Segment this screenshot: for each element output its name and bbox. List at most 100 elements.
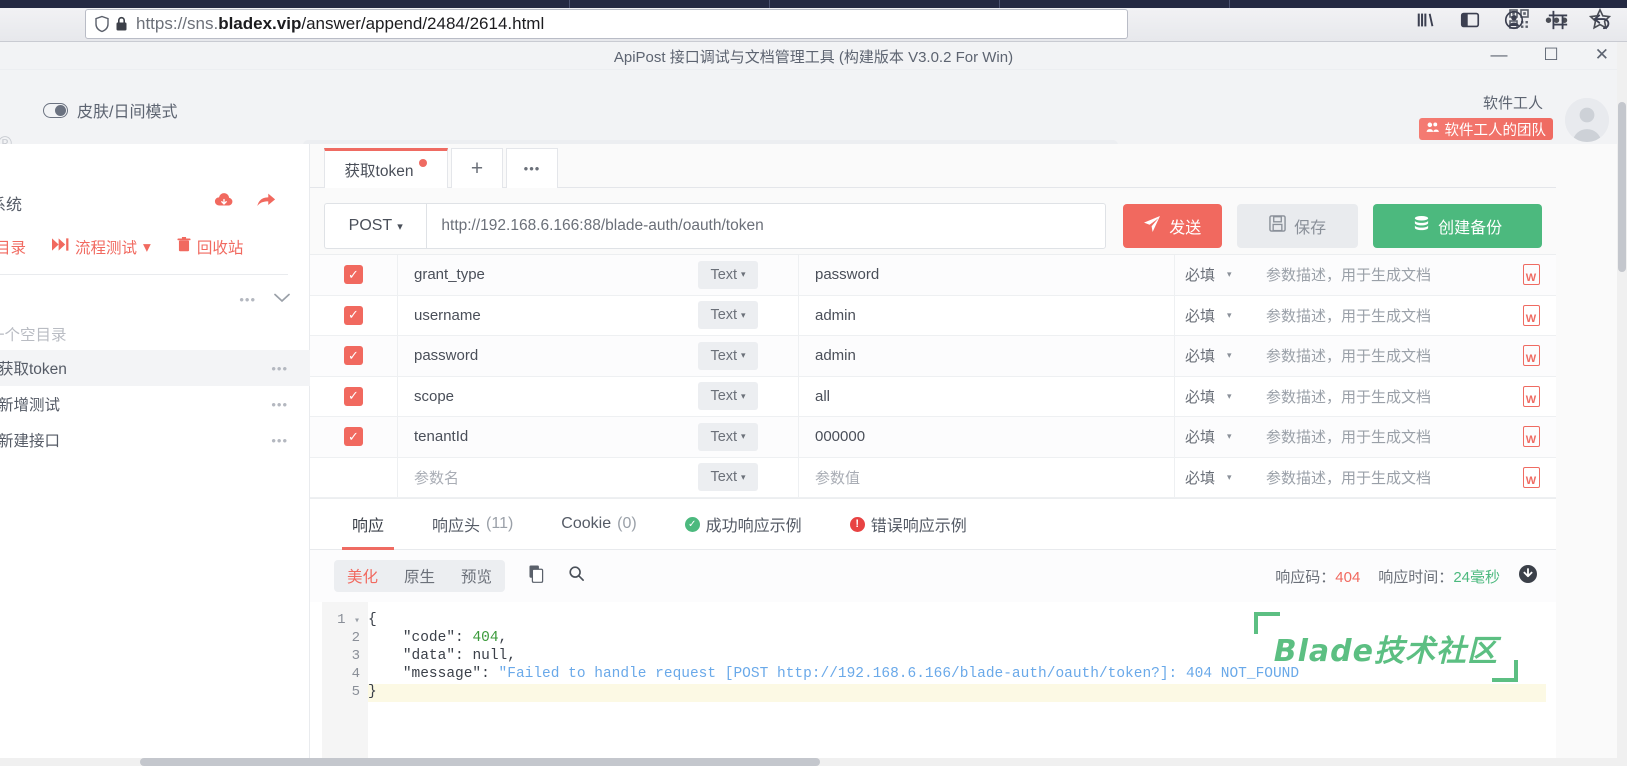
word-doc-icon[interactable]: W — [1522, 385, 1540, 407]
response-body-viewer[interactable]: 1 ▾ 2 3 4 5 { "code": 404, "data": null,… — [310, 602, 1556, 766]
tab-more-menu[interactable]: ••• — [506, 148, 558, 188]
view-mode-preview[interactable]: 预览 — [448, 565, 505, 587]
table-row[interactable]: ✓ scope Text ▾ all 必填 ▾ 参数描述，用于生成文档 W — [310, 376, 1556, 417]
table-row[interactable]: ✓ grant_type Text ▾ password 必填 ▾ 参数描述，用于生… — [310, 255, 1556, 296]
download-circle-icon[interactable] — [1518, 564, 1538, 588]
word-doc-icon[interactable]: W — [1522, 426, 1540, 448]
table-row[interactable]: ✓ password Text ▾ admin 必填 ▾ 参数描述，用于生成文档 W — [310, 336, 1556, 377]
param-name[interactable]: username — [398, 307, 698, 324]
vertical-scrollbar[interactable] — [1617, 42, 1627, 766]
param-checkbox[interactable] — [344, 468, 363, 487]
word-doc-icon[interactable]: W — [1522, 264, 1540, 286]
tab-success-example[interactable]: ✓ 成功响应示例 — [661, 498, 826, 550]
param-value[interactable]: all — [798, 376, 1174, 416]
param-value-placeholder[interactable]: 参数值 — [798, 457, 1174, 497]
account-icon[interactable] — [1501, 7, 1527, 33]
library-icon[interactable] — [1413, 7, 1439, 33]
row-menu-icon[interactable]: ••• — [239, 292, 256, 307]
screenshot-icon[interactable] — [1545, 7, 1571, 33]
create-backup-button[interactable]: 创建备份 — [1373, 204, 1542, 248]
param-checkbox[interactable]: ✓ — [344, 346, 363, 366]
tab-cookie[interactable]: Cookie (0) — [537, 498, 660, 550]
param-description[interactable]: 参数描述，用于生成文档 — [1256, 386, 1506, 407]
param-type-select[interactable]: Text ▾ — [698, 260, 758, 289]
table-row[interactable]: ✓ username Text ▾ admin 必填 ▾ 参数描述，用于生成文档 W — [310, 295, 1556, 336]
horizontal-scrollbar[interactable] — [0, 758, 1627, 766]
copy-icon[interactable] — [529, 565, 546, 588]
avatar[interactable] — [1565, 98, 1609, 142]
param-type-select[interactable]: Text ▾ — [698, 341, 758, 370]
sidebar-recycle-bin[interactable]: 回收站 — [177, 236, 243, 258]
browser-tab[interactable] — [370, 0, 570, 8]
param-required-select[interactable]: 必填 ▾ — [1174, 295, 1256, 335]
sidebar-item-new-interface[interactable]: ST 新建接口 ••• — [0, 422, 310, 458]
word-doc-icon[interactable]: W — [1522, 304, 1540, 326]
tab-get-token[interactable]: 获取token — [324, 148, 448, 188]
request-url-input[interactable]: http://192.168.6.166:88/blade-auth/oauth… — [426, 203, 1106, 249]
sidebar-item-new-test[interactable]: ST 新增测试 ••• — [0, 386, 310, 422]
close-button[interactable]: ✕ — [1595, 44, 1609, 66]
row-menu-icon[interactable]: ••• — [271, 361, 288, 376]
param-description[interactable]: 参数描述，用于生成文档 — [1256, 345, 1506, 366]
param-required-select[interactable]: 必填 ▾ — [1174, 417, 1256, 457]
param-name[interactable]: password — [398, 347, 698, 364]
table-row-empty[interactable]: 参数名 Text ▾ 参数值 必填 ▾ 参数描述，用于生成文档 W — [310, 457, 1556, 498]
param-description[interactable]: 参数描述，用于生成文档 — [1256, 264, 1506, 285]
param-value[interactable]: admin — [798, 336, 1174, 376]
undo-icon[interactable] — [1589, 7, 1615, 33]
sidebar-new-folder[interactable]: 新建目录 — [0, 236, 26, 258]
param-name[interactable]: scope — [398, 388, 698, 405]
param-description[interactable]: 参数描述，用于生成文档 — [1256, 426, 1506, 447]
param-type-select[interactable]: Text ▾ — [698, 463, 758, 492]
sidebar-item-get-token[interactable]: ST 获取token ••• — [0, 350, 310, 386]
param-required-select[interactable]: 必填 ▾ — [1174, 457, 1256, 497]
lock-icon[interactable] — [112, 16, 130, 32]
send-button[interactable]: 发送 — [1122, 204, 1223, 248]
maximize-button[interactable]: ☐ — [1544, 44, 1559, 66]
param-value[interactable]: password — [798, 255, 1174, 295]
sidebar-flow-test[interactable]: 流程测试 ▾ — [52, 236, 151, 258]
fold-icon[interactable]: ▾ — [354, 616, 360, 627]
team-badge[interactable]: 软件工人的团队 — [1418, 118, 1553, 140]
tab-response-headers[interactable]: 响应头 (11) — [408, 498, 537, 550]
row-menu-icon[interactable]: ••• — [271, 397, 288, 412]
tab-add-new[interactable]: + — [451, 148, 503, 188]
param-description[interactable]: 参数描述，用于生成文档 — [1256, 305, 1506, 326]
scrollbar-thumb[interactable] — [140, 758, 820, 766]
word-doc-icon[interactable]: W — [1522, 466, 1540, 488]
param-name[interactable]: grant_type — [398, 266, 698, 283]
browser-tab[interactable] — [570, 0, 770, 8]
param-required-select[interactable]: 必填 ▾ — [1174, 255, 1256, 295]
save-button[interactable]: 保存 — [1237, 204, 1359, 248]
view-mode-raw[interactable]: 原生 — [391, 565, 448, 587]
param-type-select[interactable]: Text ▾ — [698, 382, 758, 411]
http-method-select[interactable]: POST ▾ — [324, 203, 427, 249]
skin-mode-toggle[interactable]: 皮肤/日间模式 — [43, 98, 177, 122]
toggle-switch-icon[interactable] — [43, 102, 68, 118]
share-icon[interactable] — [256, 192, 276, 214]
param-required-select[interactable]: 必填 ▾ — [1174, 336, 1256, 376]
tab-error-example[interactable]: ! 错误响应示例 — [826, 498, 991, 550]
param-value[interactable]: admin — [798, 295, 1174, 335]
address-bar[interactable]: https://sns.bladex.vip/answer/append/248… — [85, 9, 1128, 39]
sidebar-toggle-icon[interactable] — [1457, 7, 1483, 33]
shield-icon[interactable] — [92, 14, 112, 34]
scrollbar-thumb[interactable] — [1618, 102, 1626, 272]
param-value[interactable]: 000000 — [798, 417, 1174, 457]
view-mode-pretty[interactable]: 美化 — [334, 565, 391, 587]
param-checkbox[interactable]: ✓ — [344, 427, 363, 447]
param-type-select[interactable]: Text ▾ — [698, 301, 758, 330]
param-required-select[interactable]: 必填 ▾ — [1174, 376, 1256, 416]
sidebar-root-folder[interactable]: est ••• — [0, 280, 310, 318]
param-checkbox[interactable]: ✓ — [344, 265, 363, 285]
param-name-placeholder[interactable]: 参数名 — [398, 467, 698, 488]
param-description[interactable]: 参数描述，用于生成文档 — [1256, 467, 1506, 488]
param-name[interactable]: tenantId — [398, 428, 698, 445]
minimize-button[interactable]: — — [1491, 44, 1508, 66]
param-checkbox[interactable]: ✓ — [344, 305, 363, 325]
tab-response[interactable]: 响应 — [328, 498, 408, 550]
cloud-download-icon[interactable] — [214, 192, 234, 214]
param-type-select[interactable]: Text ▾ — [698, 422, 758, 451]
param-checkbox[interactable]: ✓ — [344, 386, 363, 406]
browser-tab[interactable] — [1000, 0, 1230, 8]
